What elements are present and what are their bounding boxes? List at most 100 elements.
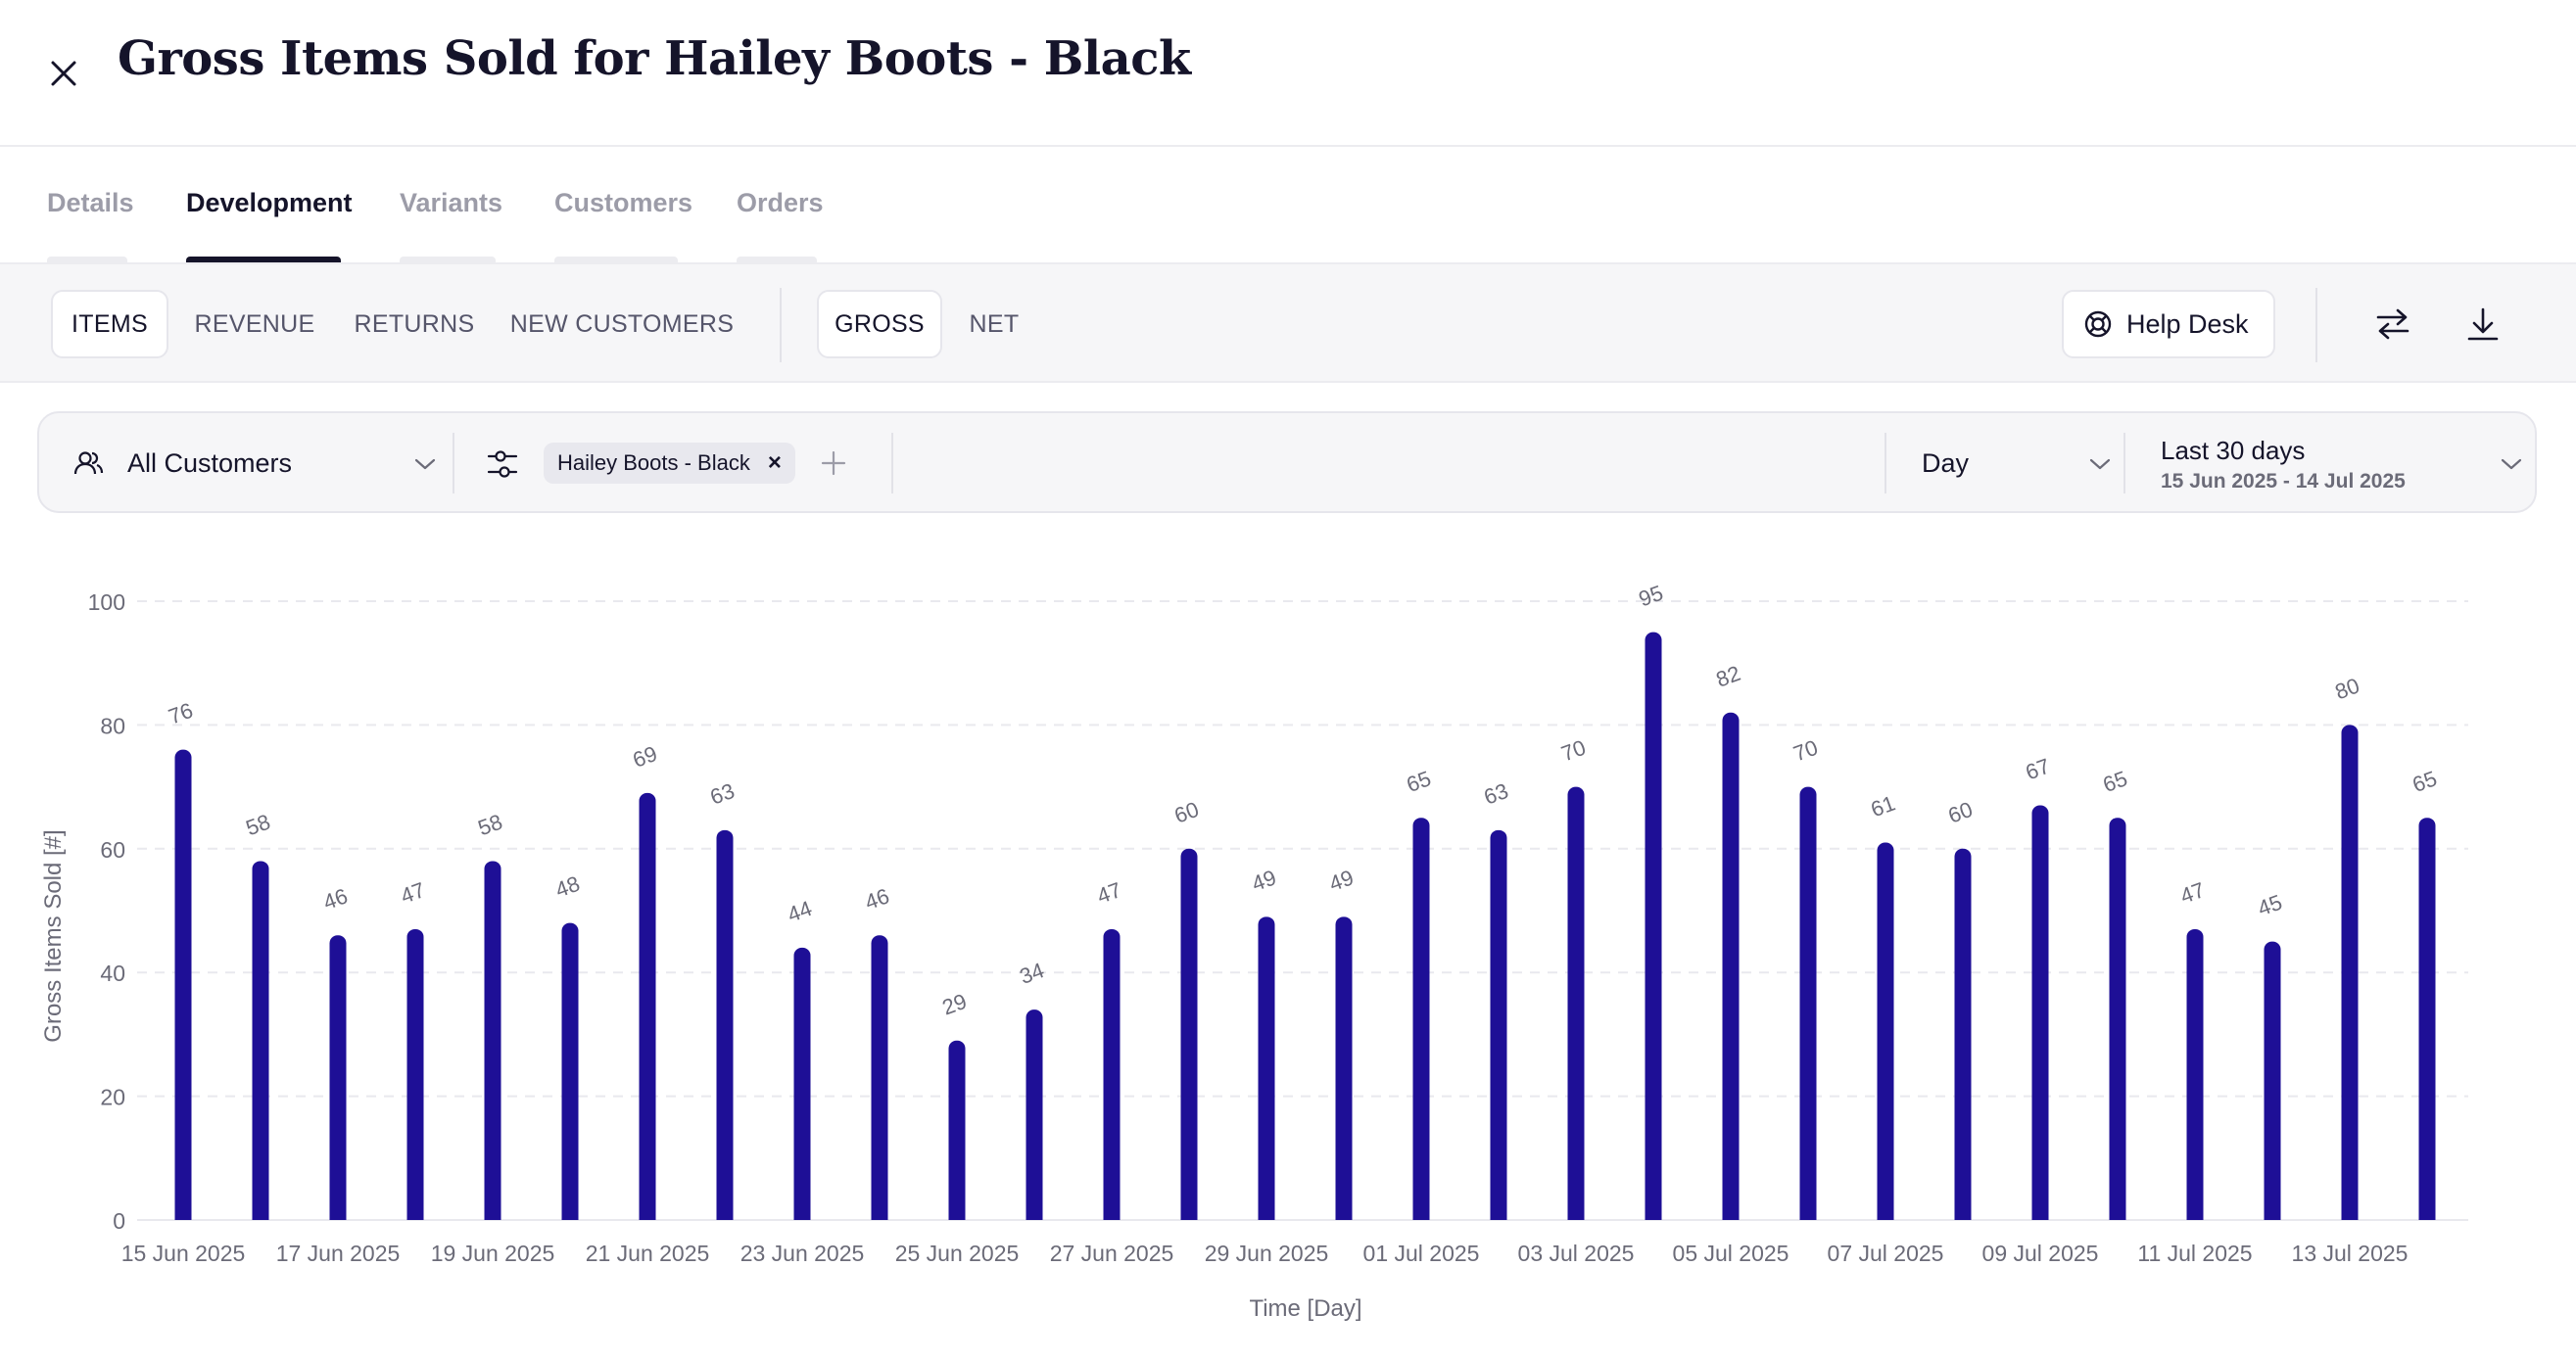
bar-value-label: 47 [398, 877, 429, 909]
x-tick-label: 13 Jul 2025 [2292, 1241, 2409, 1266]
bar-base [1490, 1210, 1507, 1220]
granularity-select[interactable]: Day [1922, 441, 2127, 486]
x-tick-label: 15 Jun 2025 [121, 1241, 246, 1266]
compare-button[interactable] [2362, 294, 2423, 354]
bar [2186, 928, 2204, 1220]
bar [1490, 829, 1507, 1220]
bar-base [871, 1210, 888, 1220]
bar-value-label: 47 [1094, 877, 1125, 909]
x-tick-label: 03 Jul 2025 [1518, 1241, 1635, 1266]
bar-value-label: 46 [320, 883, 352, 915]
y-tick-label: 0 [113, 1208, 125, 1234]
bar-base [2031, 1210, 2049, 1220]
bar-base [639, 1210, 656, 1220]
remove-chip-icon[interactable]: × [768, 451, 782, 475]
tab-orders[interactable]: Orders [737, 188, 824, 262]
product-chip-label: Hailey Boots - Black [557, 450, 750, 475]
metric-revenue-button[interactable]: REVENUE [186, 290, 323, 358]
page-title: Gross Items Sold for Hailey Boots - Blac… [118, 31, 1191, 86]
help-desk-button[interactable]: Help Desk [2062, 290, 2275, 358]
tab-variants[interactable]: Variants [400, 188, 502, 262]
x-tick-label: 29 Jun 2025 [1205, 1241, 1329, 1266]
x-tick-label: 25 Jun 2025 [895, 1241, 1020, 1266]
bar-value-label: 70 [1558, 735, 1590, 767]
bar [252, 861, 269, 1220]
bar-base [1645, 1210, 1662, 1220]
download-button[interactable] [2453, 294, 2513, 354]
bar-value-label: 82 [1713, 661, 1744, 692]
bar-base [1722, 1210, 1740, 1220]
product-filter-button[interactable] [486, 446, 521, 482]
bar-base [2418, 1210, 2436, 1220]
metric-returns-button[interactable]: RETURNS [343, 290, 486, 358]
bar-base [1026, 1210, 1043, 1220]
close-icon [51, 61, 76, 86]
x-axis-label: Time [Day] [1249, 1295, 1361, 1322]
tab-details[interactable]: Details [47, 188, 134, 262]
x-tick-label: 09 Jul 2025 [1982, 1241, 2099, 1266]
bar-value-label: 95 [1636, 581, 1667, 612]
gross-items-bar-chart: 020406080100765846 475848696344 4629344760… [40, 581, 2468, 1322]
bar [1799, 786, 1817, 1220]
product-filter-chip[interactable]: Hailey Boots - Black × [544, 443, 795, 484]
filter-bar: All Customers Hailey Boots - Black × Day… [37, 411, 2537, 513]
mode-net-button[interactable]: NET [958, 290, 1030, 358]
bar [2031, 805, 2049, 1220]
y-tick-label: 20 [100, 1085, 125, 1110]
bar-base [1103, 1210, 1121, 1220]
granularity-value: Day [1922, 447, 1970, 478]
bar [1026, 1009, 1043, 1220]
x-tick-label: 19 Jun 2025 [431, 1241, 555, 1266]
bar [871, 935, 888, 1220]
x-tick-label: 27 Jun 2025 [1050, 1241, 1174, 1266]
bar-base [484, 1210, 501, 1220]
tab-label: Customers [554, 188, 693, 217]
tab-label: Details [47, 188, 134, 217]
tab-development[interactable]: Development [186, 188, 353, 262]
tab-customers[interactable]: Customers [554, 188, 692, 262]
bar-value-label: 45 [2255, 890, 2286, 921]
bar-value-label: 69 [630, 741, 661, 773]
bar-value-label: 44 [785, 896, 816, 927]
bar-value-label: 67 [2023, 754, 2054, 785]
swap-arrows-icon [2376, 308, 2409, 340]
bar-value-label: 29 [939, 989, 971, 1020]
chevron-down-icon [2089, 458, 2111, 470]
bar-base [1335, 1210, 1353, 1220]
bar-value-label: 60 [1945, 797, 1977, 828]
bar-base [2109, 1210, 2126, 1220]
bar [484, 861, 501, 1220]
date-range-label: Last 30 days [2161, 435, 2306, 465]
filter-divider [891, 433, 893, 493]
date-range-select[interactable]: Last 30 days 15 Jun 2025 - 14 Jul 2025 [2161, 431, 2522, 497]
metric-items-button[interactable]: ITEMS [51, 290, 168, 358]
bar-value-label: 63 [707, 778, 739, 810]
bar-value-label: 70 [1790, 735, 1822, 767]
x-tick-label: 07 Jul 2025 [1828, 1241, 1944, 1266]
bar [1412, 818, 1430, 1220]
bar-value-label: 65 [2100, 766, 2131, 797]
tab-label: Development [186, 188, 353, 217]
customer-segment-value: All Customers [127, 447, 293, 478]
bar-base [1258, 1210, 1275, 1220]
x-tick-label: 17 Jun 2025 [276, 1241, 401, 1266]
bar-value-label: 48 [552, 871, 584, 903]
close-button[interactable] [39, 49, 88, 98]
bar [948, 1040, 966, 1220]
bar-base [2186, 1210, 2204, 1220]
bar [174, 749, 192, 1220]
metric-toolbar: ITEMS REVENUE RETURNS NEW CUSTOMERS GROS… [0, 262, 2576, 383]
header: Gross Items Sold for Hailey Boots - Blac… [0, 0, 2576, 147]
filter-sliders-icon [487, 450, 518, 478]
bar-base [1567, 1210, 1585, 1220]
bar-base [406, 1210, 424, 1220]
add-filter-button[interactable] [819, 446, 852, 480]
mode-gross-button[interactable]: GROSS [817, 290, 942, 358]
bar-value-label: 60 [1171, 797, 1203, 828]
toolbar-divider [2315, 288, 2317, 362]
bar-value-label: 49 [1249, 865, 1280, 896]
filter-divider [2123, 433, 2125, 493]
bar [639, 792, 656, 1220]
customer-segment-select[interactable]: All Customers [72, 441, 454, 486]
metric-new-customers-button[interactable]: NEW CUSTOMERS [505, 290, 739, 358]
